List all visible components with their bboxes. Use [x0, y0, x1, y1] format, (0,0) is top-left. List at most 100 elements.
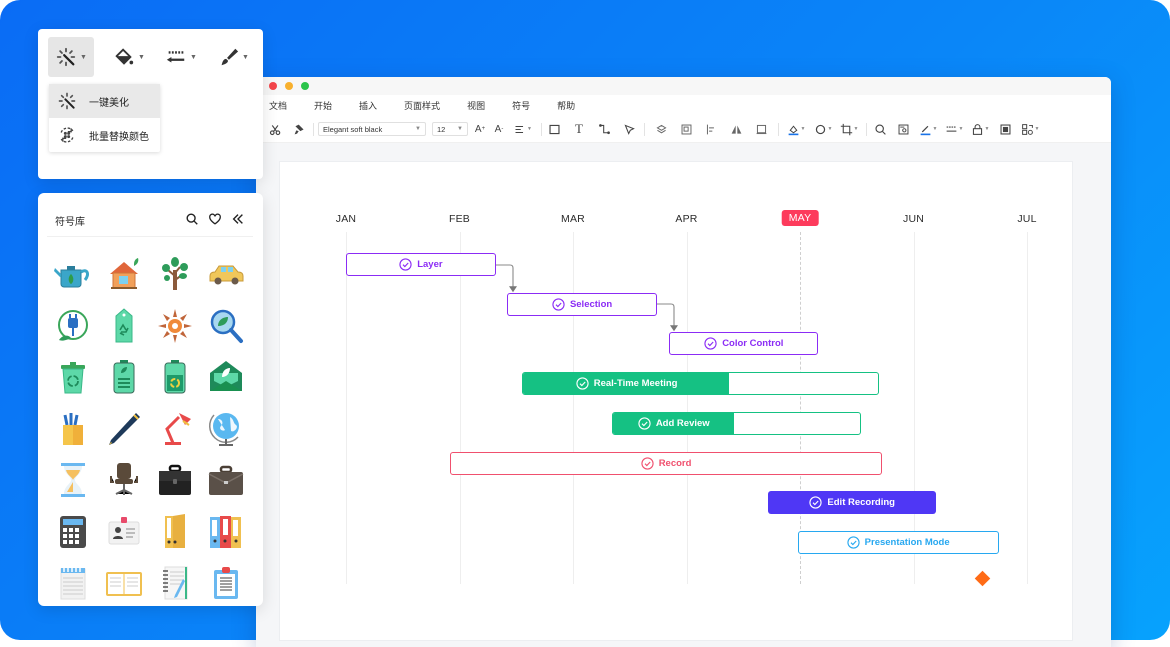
symbol-item[interactable] [204, 458, 248, 502]
menu-bar: 文档 开始 插入 页面样式 视图 符号 帮助 [256, 95, 1111, 115]
magic-wand-icon [58, 92, 76, 110]
menu-page-style[interactable]: 页面样式 [404, 99, 440, 112]
beautify-dropdown: 一键美化 批量替换颜色 [49, 84, 160, 152]
symbol-item[interactable] [153, 561, 197, 605]
task-bar[interactable]: Layer [346, 253, 496, 276]
symbol-item[interactable] [51, 252, 95, 296]
font-family-select[interactable]: Elegant soft black ▼ [318, 122, 426, 136]
crop-icon[interactable]: ▼ [839, 121, 859, 137]
diagram-page[interactable]: JAN FEB MAR APR MAY JUN JUL Layer Selection Color… [279, 161, 1073, 641]
notepad-icon [60, 568, 86, 600]
task-bar[interactable]: Edit Recording [768, 491, 937, 515]
brush-tool-button[interactable]: ▼ [212, 37, 254, 77]
pen-icon [109, 412, 140, 445]
symbol-item[interactable] [153, 252, 197, 296]
symbol-item[interactable] [204, 510, 248, 554]
symbol-item[interactable] [102, 561, 146, 605]
fit-page-icon[interactable] [998, 121, 1012, 137]
font-size-select[interactable]: 12 ▼ [432, 122, 468, 136]
task-bar[interactable]: Presentation Mode [797, 530, 999, 554]
align-left-icon[interactable] [704, 121, 718, 137]
search-icon[interactable] [873, 121, 887, 137]
symbol-item[interactable] [51, 355, 95, 399]
milestone-diamond[interactable] [974, 570, 990, 586]
leaf-magnifier-icon [210, 309, 243, 343]
dropdown-item-batch-replace-color[interactable]: 批量替换颜色 [49, 118, 160, 152]
menu-symbol[interactable]: 符号 [512, 99, 530, 112]
dependency-arrow [656, 303, 678, 332]
close-window-button[interactable] [269, 82, 277, 90]
chevron-down-icon: ▼ [415, 126, 421, 132]
month-label: FEB [448, 213, 471, 225]
symbol-item[interactable] [204, 252, 248, 296]
menu-view[interactable]: 视图 [467, 99, 485, 112]
task-bar[interactable]: Record [450, 451, 882, 475]
align-icon[interactable]: ▼ [514, 121, 532, 137]
dropdown-item-one-click-beautify[interactable]: 一键美化 [49, 84, 160, 118]
task-bar[interactable]: Real-Time Meeting [521, 372, 880, 396]
symbol-item[interactable] [51, 458, 95, 502]
symbol-item[interactable] [102, 355, 146, 399]
paint-bucket-icon [115, 48, 134, 65]
task-bar[interactable]: Selection [507, 292, 657, 316]
symbol-item[interactable] [51, 407, 95, 451]
cut-icon[interactable] [268, 121, 282, 137]
menu-insert[interactable]: 插入 [359, 99, 377, 112]
month-gridline [1027, 232, 1028, 584]
symbol-item[interactable] [102, 252, 146, 296]
rectangle-icon[interactable] [547, 121, 561, 137]
pencil-cup-icon [63, 412, 83, 445]
dropdown-item-label: 一键美化 [89, 97, 129, 109]
connector-icon[interactable] [597, 121, 611, 137]
menu-document[interactable]: 文档 [269, 99, 287, 112]
line-style-tool-button[interactable]: ▼ [160, 37, 202, 77]
symbol-item[interactable] [204, 561, 248, 605]
format-painter-icon[interactable] [292, 121, 306, 137]
car-icon [209, 265, 244, 285]
line-style-icon[interactable]: ▼ [944, 121, 964, 137]
task-bar[interactable]: Add Review [611, 411, 862, 435]
task-bar[interactable]: Color Control [669, 332, 819, 356]
frame-icon[interactable] [754, 121, 768, 137]
decrease-font-icon[interactable]: A- [493, 121, 505, 137]
layers-icon[interactable] [654, 121, 668, 137]
symbol-item[interactable] [102, 407, 146, 451]
symbol-item[interactable] [153, 407, 197, 451]
symbol-item[interactable] [51, 510, 95, 554]
fill-color-icon[interactable]: ▼ [786, 121, 806, 137]
text-icon[interactable]: T [572, 121, 586, 137]
search-icon[interactable] [185, 212, 199, 226]
line-color-icon[interactable]: ▼ [918, 121, 938, 137]
symbol-item[interactable] [204, 355, 248, 399]
increase-font-icon[interactable]: A + [474, 121, 486, 137]
menu-start[interactable]: 开始 [314, 99, 332, 112]
symbol-item[interactable] [102, 458, 146, 502]
symbol-item[interactable] [102, 304, 146, 348]
symbol-item[interactable] [153, 510, 197, 554]
group-icon[interactable] [679, 121, 693, 137]
menu-help[interactable]: 帮助 [557, 99, 575, 112]
symbol-item[interactable] [204, 407, 248, 451]
symbol-item[interactable] [51, 561, 95, 605]
find-replace-icon[interactable] [896, 121, 910, 137]
collapse-icon[interactable] [231, 212, 245, 226]
fill-tool-button[interactable]: ▼ [108, 37, 150, 77]
symbol-item[interactable] [153, 355, 197, 399]
symbol-item[interactable] [153, 458, 197, 502]
maximize-window-button[interactable] [301, 82, 309, 90]
symbol-item[interactable] [153, 304, 197, 348]
lock-icon[interactable]: ▼ [970, 121, 990, 137]
more-tools-icon[interactable]: ▼ [1020, 121, 1040, 137]
pointer-icon[interactable] [622, 121, 636, 137]
flip-icon[interactable] [729, 121, 743, 137]
title-bar [256, 77, 1111, 95]
symbol-item[interactable] [51, 304, 95, 348]
beautify-tool-button[interactable]: ▼ [48, 37, 94, 77]
symbol-item[interactable] [204, 304, 248, 348]
check-circle-icon [809, 496, 823, 509]
eco-envelope-icon [210, 361, 242, 391]
heart-icon[interactable] [208, 212, 222, 226]
minimize-window-button[interactable] [285, 82, 293, 90]
shape-style-icon[interactable]: ▼ [813, 121, 833, 137]
symbol-item[interactable] [102, 510, 146, 554]
